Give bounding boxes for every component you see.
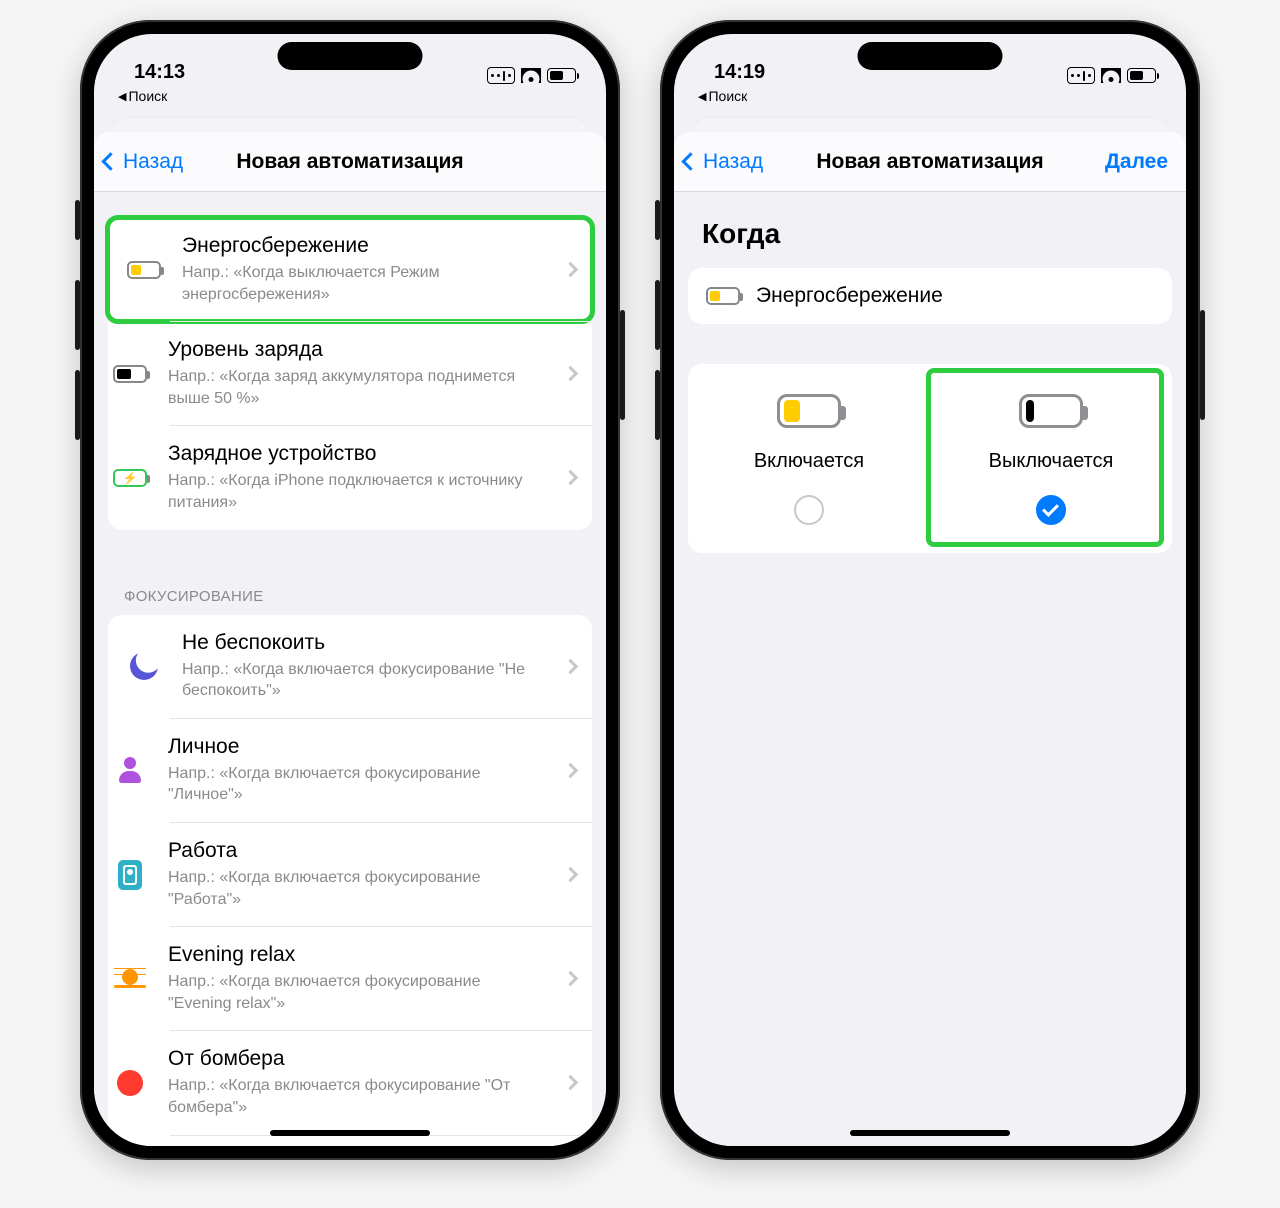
cellular-icon <box>1067 67 1095 84</box>
selected-trigger: Энергосбережение <box>688 268 1172 324</box>
trigger-personal[interactable]: Личное Напр.: «Когда включается фокусиро… <box>170 718 592 822</box>
trigger-dog-walk[interactable]: Прогулка с собакой <box>170 1135 592 1147</box>
person-icon <box>119 757 141 783</box>
option-turns-on[interactable]: Включается <box>700 394 918 525</box>
phone-right: 14:19 ◀ Поиск Назад Новая автоматизация <box>660 20 1200 1160</box>
sunset-icon <box>114 967 146 991</box>
on-off-selector: Включается Выключается <box>688 364 1172 553</box>
trigger-dnd[interactable]: Не беспокоить Напр.: «Когда включается ф… <box>108 615 592 718</box>
chevron-left-icon <box>101 152 119 170</box>
red-dot-icon <box>117 1070 143 1096</box>
battery-off-icon <box>1019 394 1083 428</box>
trigger-charger[interactable]: ⚡ Зарядное устройство Напр.: «Когда iPho… <box>170 425 592 529</box>
battery-level-icon <box>113 365 147 383</box>
when-header: Когда <box>674 192 1186 268</box>
wifi-icon <box>1101 68 1121 83</box>
check-icon <box>1042 500 1059 517</box>
status-bar: 14:19 <box>674 34 1186 84</box>
battery-on-icon <box>777 394 841 428</box>
cellular-icon <box>487 67 515 84</box>
status-time: 14:13 <box>134 61 185 84</box>
battery-icon <box>1127 68 1156 83</box>
low-power-icon <box>706 287 740 305</box>
radio-unchecked[interactable] <box>794 495 824 525</box>
chevron-right-icon <box>563 971 579 987</box>
radio-checked[interactable] <box>1036 495 1066 525</box>
next-button[interactable]: Далее <box>1105 150 1168 174</box>
back-to-app[interactable]: ◀ Поиск <box>94 84 606 104</box>
briefcase-icon <box>118 860 142 890</box>
chevron-right-icon <box>563 1075 579 1091</box>
chevron-left-icon <box>681 152 699 170</box>
phone-left: 14:13 ◀ Поиск Назад Новая автоматизация <box>80 20 620 1160</box>
nav-bar: Назад Новая автоматизация <box>94 132 606 192</box>
chevron-right-icon <box>563 763 579 779</box>
battery-icon <box>547 68 576 83</box>
moon-icon <box>130 652 158 680</box>
home-indicator[interactable] <box>850 1130 1010 1136</box>
nav-title: Новая автоматизация <box>236 150 463 174</box>
trigger-low-power-mode[interactable]: Энергосбережение Напр.: «Когда выключает… <box>108 218 592 321</box>
home-indicator[interactable] <box>270 1130 430 1136</box>
trigger-work[interactable]: Работа Напр.: «Когда включается фокусиро… <box>170 822 592 926</box>
back-to-app[interactable]: ◀ Поиск <box>674 84 1186 104</box>
low-power-icon <box>127 261 161 279</box>
chevron-right-icon <box>563 867 579 883</box>
chevron-right-icon <box>563 658 579 674</box>
trigger-battery-level[interactable]: Уровень заряда Напр.: «Когда заряд аккум… <box>170 321 592 425</box>
trigger-evening-relax[interactable]: Evening relax Напр.: «Когда включается ф… <box>170 926 592 1030</box>
chevron-right-icon <box>563 262 579 278</box>
status-time: 14:19 <box>714 61 765 84</box>
back-button[interactable]: Назад <box>104 150 183 174</box>
back-button[interactable]: Назад <box>684 150 763 174</box>
nav-title: Новая автоматизация <box>816 150 1043 174</box>
trigger-bomber[interactable]: От бомбера Напр.: «Когда включается фоку… <box>170 1030 592 1134</box>
chevron-right-icon <box>563 470 579 486</box>
charger-icon: ⚡ <box>113 469 147 487</box>
section-header-focus: ФОКУСИРОВАНИЕ <box>94 560 606 615</box>
chevron-right-icon <box>563 366 579 382</box>
nav-bar: Назад Новая автоматизация Далее <box>674 132 1186 192</box>
status-bar: 14:13 <box>94 34 606 84</box>
option-turns-off[interactable]: Выключается <box>942 394 1160 525</box>
wifi-icon <box>521 68 541 83</box>
